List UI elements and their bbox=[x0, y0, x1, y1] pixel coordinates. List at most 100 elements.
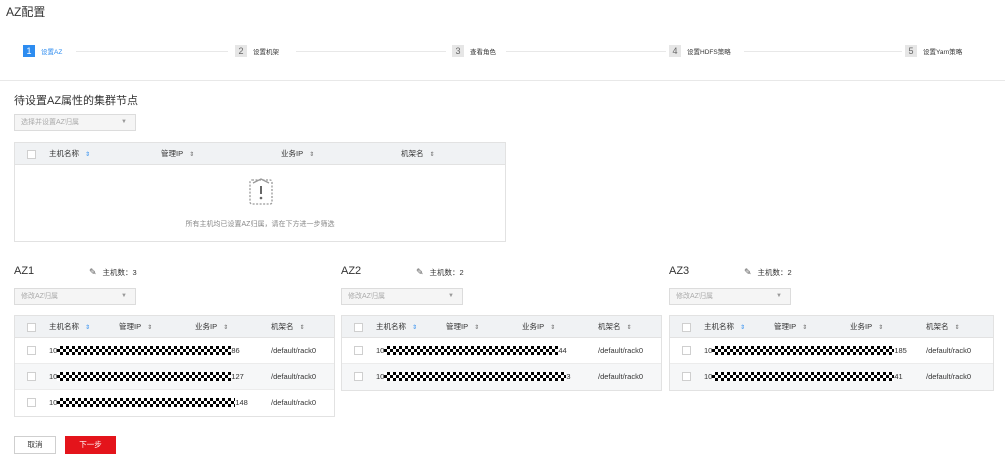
pencil-icon[interactable]: ✎ bbox=[744, 267, 752, 278]
column-header-hostname[interactable]: 主机名称 ⇕ bbox=[376, 316, 417, 338]
row-checkbox[interactable] bbox=[682, 346, 691, 355]
sort-icon: ⇕ bbox=[309, 152, 315, 158]
redaction-mask bbox=[57, 371, 232, 381]
step-set-rack[interactable]: 2 设置机架 bbox=[235, 44, 279, 58]
empty-state: 所有主机均已设置AZ归属，请在下方进一步筛选 bbox=[15, 165, 505, 241]
sort-icon: ⇕ bbox=[85, 152, 91, 158]
az2-title: AZ2 bbox=[341, 265, 362, 277]
rack-cell: /default/rack0 bbox=[271, 346, 317, 355]
step-view-roles[interactable]: 3 查看角色 bbox=[452, 44, 496, 58]
sort-icon: ⇕ bbox=[189, 152, 195, 158]
select-all-checkbox[interactable] bbox=[682, 323, 691, 332]
step-label: 设置HDFS策略 bbox=[687, 49, 731, 56]
az1-modify-select[interactable]: 修改AZ归属 ▼ bbox=[14, 288, 136, 305]
select-placeholder: 修改AZ归属 bbox=[348, 293, 385, 300]
redaction-mask bbox=[384, 371, 567, 381]
sort-icon: ⇕ bbox=[429, 152, 435, 158]
row-checkbox[interactable] bbox=[354, 346, 363, 355]
next-step-button[interactable]: 下一步 bbox=[65, 436, 116, 454]
step-number: 1 bbox=[23, 45, 35, 57]
page-title: AZ配置 bbox=[6, 5, 46, 19]
column-header-rack[interactable]: 机架名 ⇕ bbox=[598, 316, 632, 338]
redaction-mask bbox=[712, 371, 895, 381]
host-cell: 10 41 bbox=[704, 371, 903, 381]
table-header: 主机名称 ⇕ 管理IP ⇕ 业务IP ⇕ 机架名 ⇕ bbox=[342, 316, 661, 338]
column-header-mgmt-ip[interactable]: 管理IP ⇕ bbox=[774, 316, 807, 338]
table-row[interactable]: 10 127 /default/rack0 bbox=[15, 364, 334, 390]
az2-hosts-table: 主机名称 ⇕ 管理IP ⇕ 业务IP ⇕ 机架名 ⇕ 10 44 /default/rac… bbox=[341, 315, 662, 391]
table-row[interactable]: 10 86 /default/rack0 bbox=[15, 338, 334, 364]
column-header-service-ip[interactable]: 业务IP ⇕ bbox=[850, 316, 883, 338]
az1-host-count: ✎ 主机数：3 bbox=[89, 267, 137, 278]
table-row[interactable]: 10 185 /default/rack0 bbox=[670, 338, 993, 364]
row-checkbox[interactable] bbox=[27, 398, 36, 407]
host-cell: 10 127 bbox=[49, 371, 244, 381]
row-checkbox[interactable] bbox=[27, 346, 36, 355]
step-number: 2 bbox=[235, 45, 247, 57]
az3-title: AZ3 bbox=[669, 265, 690, 277]
step-hdfs-policy[interactable]: 4 设置HDFS策略 bbox=[669, 44, 731, 58]
table-row[interactable]: 10 44 /default/rack0 bbox=[342, 338, 661, 364]
step-yarn-policy[interactable]: 5 设置Yarn策略 bbox=[905, 44, 962, 58]
row-checkbox[interactable] bbox=[682, 372, 691, 381]
redaction-mask bbox=[384, 345, 559, 355]
column-header-hostname[interactable]: 主机名称 ⇕ bbox=[49, 143, 90, 165]
column-header-hostname[interactable]: 主机名称 ⇕ bbox=[49, 316, 90, 338]
step-label: 查看角色 bbox=[470, 49, 496, 56]
sort-icon: ⇕ bbox=[878, 325, 884, 331]
column-header-mgmt-ip[interactable]: 管理IP ⇕ bbox=[446, 316, 479, 338]
step-label: 设置AZ bbox=[41, 49, 63, 56]
step-set-az[interactable]: 1 设置AZ bbox=[23, 44, 62, 58]
pencil-icon[interactable]: ✎ bbox=[416, 267, 424, 278]
column-header-service-ip[interactable]: 业务IP ⇕ bbox=[522, 316, 555, 338]
sort-icon: ⇕ bbox=[147, 325, 153, 331]
az1-hosts-table: 主机名称 ⇕ 管理IP ⇕ 业务IP ⇕ 机架名 ⇕ 10 86 /default/rac… bbox=[14, 315, 335, 417]
row-checkbox[interactable] bbox=[354, 372, 363, 381]
table-header: 主机名称 ⇕ 管理IP ⇕ 业务IP ⇕ 机架名 ⇕ bbox=[15, 143, 505, 165]
column-header-service-ip[interactable]: 业务IP ⇕ bbox=[195, 316, 228, 338]
chevron-down-icon: ▼ bbox=[121, 293, 127, 299]
rack-cell: /default/rack0 bbox=[926, 346, 972, 355]
sort-icon: ⇕ bbox=[954, 325, 960, 331]
column-header-rack[interactable]: 机架名 ⇕ bbox=[271, 316, 305, 338]
select-all-checkbox[interactable] bbox=[27, 150, 36, 159]
select-placeholder: 选择并设置AZ归属 bbox=[21, 119, 79, 126]
column-header-service-ip[interactable]: 业务IP ⇕ bbox=[281, 143, 314, 165]
host-cell: 10 185 bbox=[704, 345, 907, 355]
step-number: 4 bbox=[669, 45, 681, 57]
rack-cell: /default/rack0 bbox=[598, 372, 644, 381]
chevron-down-icon: ▼ bbox=[448, 293, 454, 299]
host-cell: 10 3 bbox=[376, 371, 571, 381]
az3-hosts-table: 主机名称 ⇕ 管理IP ⇕ 业务IP ⇕ 机架名 ⇕ 10 185 /default/ra… bbox=[669, 315, 994, 391]
sort-icon: ⇕ bbox=[223, 325, 229, 331]
rack-cell: /default/rack0 bbox=[926, 372, 972, 381]
az3-modify-select[interactable]: 修改AZ归属 ▼ bbox=[669, 288, 791, 305]
column-header-rack[interactable]: 机架名 ⇕ bbox=[926, 316, 960, 338]
cancel-button[interactable]: 取消 bbox=[14, 436, 56, 454]
redaction-mask bbox=[57, 397, 236, 407]
table-header: 主机名称 ⇕ 管理IP ⇕ 业务IP ⇕ 机架名 ⇕ bbox=[15, 316, 334, 338]
az1-title: AZ1 bbox=[14, 265, 35, 277]
table-row[interactable]: 10 148 /default/rack0 bbox=[15, 390, 334, 416]
table-row[interactable]: 10 3 /default/rack0 bbox=[342, 364, 661, 390]
step-number: 5 bbox=[905, 45, 917, 57]
row-checkbox[interactable] bbox=[27, 372, 36, 381]
table-row[interactable]: 10 41 /default/rack0 bbox=[670, 364, 993, 390]
host-cell: 10 44 bbox=[376, 345, 567, 355]
sort-icon: ⇕ bbox=[85, 325, 91, 331]
column-header-mgmt-ip[interactable]: 管理IP ⇕ bbox=[161, 143, 194, 165]
sort-icon: ⇕ bbox=[299, 325, 305, 331]
sort-icon: ⇕ bbox=[626, 325, 632, 331]
pencil-icon[interactable]: ✎ bbox=[89, 267, 97, 278]
column-header-mgmt-ip[interactable]: 管理IP ⇕ bbox=[119, 316, 152, 338]
select-all-checkbox[interactable] bbox=[27, 323, 36, 332]
sort-icon: ⇕ bbox=[412, 325, 418, 331]
column-header-hostname[interactable]: 主机名称 ⇕ bbox=[704, 316, 745, 338]
az2-host-count: ✎ 主机数：2 bbox=[416, 267, 464, 278]
chevron-down-icon: ▼ bbox=[776, 293, 782, 299]
rack-cell: /default/rack0 bbox=[598, 346, 644, 355]
select-all-checkbox[interactable] bbox=[354, 323, 363, 332]
column-header-rack[interactable]: 机架名 ⇕ bbox=[401, 143, 435, 165]
az-assign-select[interactable]: 选择并设置AZ归属 ▼ bbox=[14, 114, 136, 131]
az2-modify-select[interactable]: 修改AZ归属 ▼ bbox=[341, 288, 463, 305]
